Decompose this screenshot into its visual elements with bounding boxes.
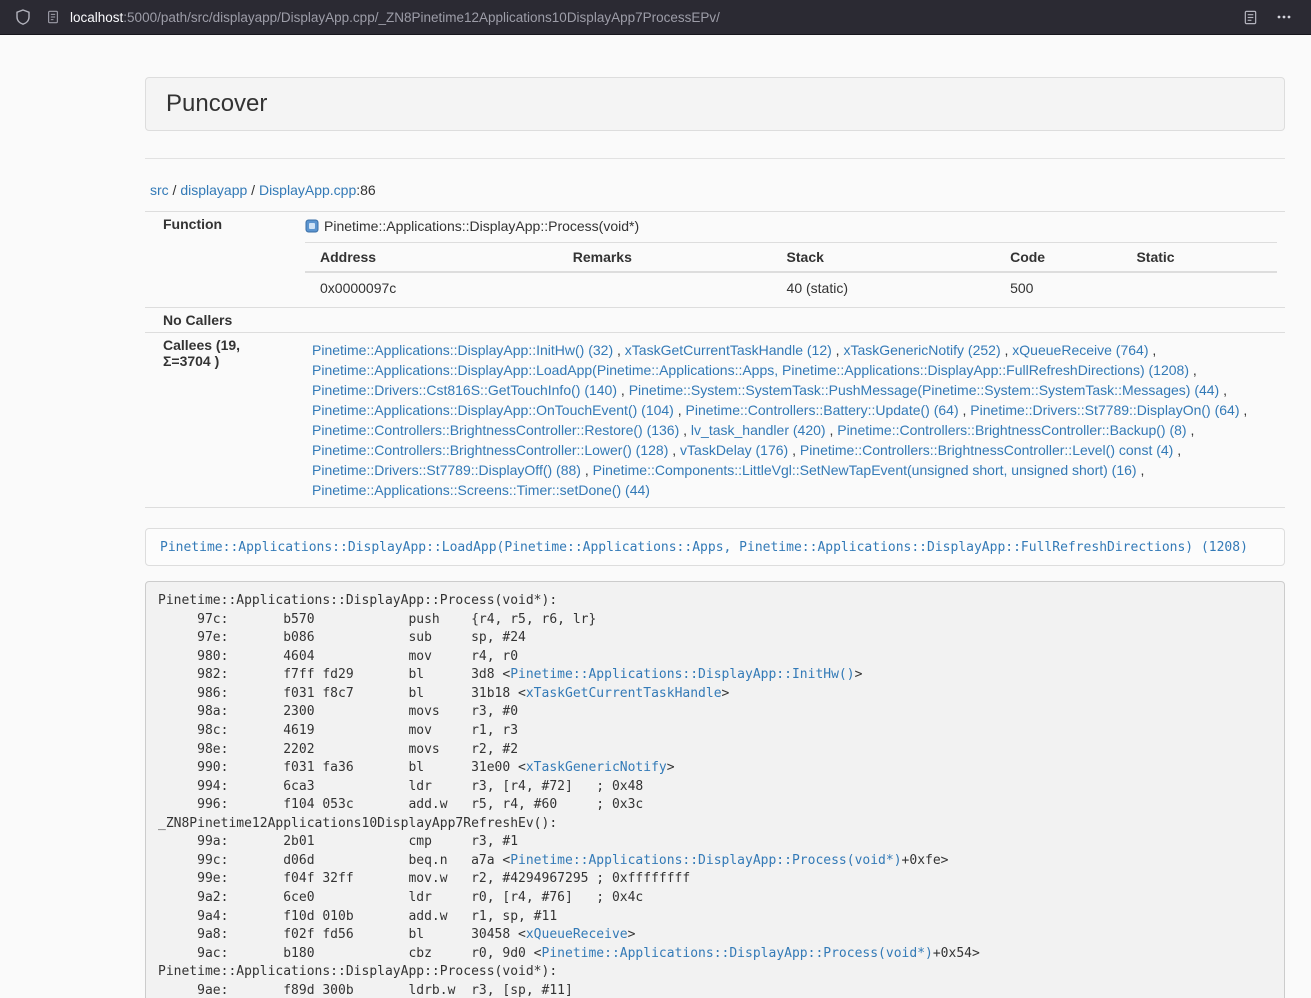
function-name-line: Pinetime::Applications::DisplayApp::Proc… [305, 216, 1277, 236]
callee-link[interactable]: Pinetime::Controllers::BrightnessControl… [312, 422, 679, 438]
callee-link[interactable]: lv_task_handler (420) [691, 422, 826, 438]
reader-view-icon[interactable] [1241, 8, 1259, 26]
callee-separator: , [832, 342, 844, 358]
browser-actions [1241, 8, 1297, 26]
callee-link[interactable]: vTaskDelay (176) [680, 442, 788, 458]
metrics-value-address: 0x0000097c [305, 272, 558, 303]
callees-list: Pinetime::Applications::DisplayApp::Init… [297, 333, 1285, 508]
callee-separator: , [1148, 342, 1156, 358]
no-callers-row: No Callers [145, 308, 1285, 333]
code-symbol-link[interactable]: Pinetime::Applications::DisplayApp::Proc… [510, 853, 901, 868]
breadcrumb-link[interactable]: src [150, 182, 169, 198]
callee-link[interactable]: Pinetime::Applications::DisplayApp::Load… [312, 362, 1189, 378]
callee-separator: , [1219, 382, 1227, 398]
callee-link[interactable]: Pinetime::Drivers::Cst816S::GetTouchInfo… [312, 382, 617, 398]
callee-link[interactable]: Pinetime::Controllers::BrightnessControl… [837, 422, 1186, 438]
no-callers-label: No Callers [145, 308, 297, 333]
breadcrumb-separator: / [247, 182, 259, 198]
callee-separator: , [959, 402, 971, 418]
symbol-panel: Pinetime::Applications::DisplayApp::Load… [145, 528, 1285, 566]
shield-icon[interactable] [14, 8, 32, 26]
function-type-icon [305, 219, 319, 233]
callee-link[interactable]: Pinetime::Drivers::St7789::DisplayOff() … [312, 462, 581, 478]
breadcrumb-link[interactable]: DisplayApp.cpp [259, 182, 356, 198]
metrics-column-header: Stack [772, 243, 996, 273]
callees-label: Callees (19, Σ=3704 ) [145, 333, 297, 508]
callee-separator: , [1173, 442, 1181, 458]
callee-link[interactable]: Pinetime::Controllers::Battery::Update()… [686, 402, 959, 418]
callees-row: Callees (19, Σ=3704 ) Pinetime::Applicat… [145, 333, 1285, 508]
metrics-column-header: Code [995, 243, 1121, 273]
page-icon [44, 8, 62, 26]
callee-link[interactable]: xTaskGenericNotify (252) [843, 342, 1000, 358]
callee-separator: , [788, 442, 800, 458]
metrics-value-code: 500 [995, 272, 1121, 303]
callee-link[interactable]: Pinetime::Drivers::St7789::DisplayOn() (… [970, 402, 1239, 418]
breadcrumb: src / displayapp / DisplayApp.cpp:86 [145, 182, 1285, 198]
callee-separator: , [1240, 402, 1248, 418]
no-callers-cell [297, 308, 1285, 333]
metrics-header-row: AddressRemarksStackCodeStatic [305, 243, 1277, 273]
breadcrumb-separator: / [169, 182, 181, 198]
page-title: Puncover [166, 90, 267, 117]
url-text: localhost:5000/path/src/displayapp/Displ… [70, 10, 720, 25]
callee-separator: , [613, 342, 625, 358]
metrics-table: AddressRemarksStackCodeStatic 0x0000097c… [305, 242, 1277, 303]
callee-link[interactable]: xQueueReceive (764) [1012, 342, 1148, 358]
callee-separator: , [668, 442, 680, 458]
function-name: Pinetime::Applications::DisplayApp::Proc… [324, 216, 639, 236]
callee-separator: , [826, 422, 838, 438]
callee-separator: , [581, 462, 593, 478]
callee-link[interactable]: xTaskGetCurrentTaskHandle (12) [625, 342, 832, 358]
metrics-column-header: Address [305, 243, 558, 273]
code-symbol-link[interactable]: xTaskGenericNotify [526, 760, 667, 775]
callee-separator: , [674, 402, 686, 418]
callee-link[interactable]: Pinetime::Controllers::BrightnessControl… [800, 442, 1173, 458]
symbol-link[interactable]: Pinetime::Applications::DisplayApp::Load… [160, 540, 1248, 555]
disassembly-block: Pinetime::Applications::DisplayApp::Proc… [145, 581, 1285, 998]
metrics-column-header: Remarks [558, 243, 772, 273]
callee-link[interactable]: Pinetime::Components::LittleVgl::SetNewT… [593, 462, 1137, 478]
page-title-box: Puncover [145, 77, 1285, 131]
callee-link[interactable]: Pinetime::Controllers::BrightnessControl… [312, 442, 668, 458]
callee-separator: , [1137, 462, 1145, 478]
callee-link[interactable]: Pinetime::Applications::DisplayApp::Init… [312, 342, 613, 358]
function-cell: Pinetime::Applications::DisplayApp::Proc… [297, 212, 1285, 308]
callee-separator: , [1187, 422, 1195, 438]
metrics-column-header: Static [1121, 243, 1277, 273]
code-symbol-link[interactable]: xQueueReceive [526, 927, 628, 942]
divider [145, 158, 1285, 159]
callee-link[interactable]: Pinetime::Applications::DisplayApp::OnTo… [312, 402, 674, 418]
callee-link[interactable]: Pinetime::System::SystemTask::PushMessag… [629, 382, 1220, 398]
menu-dots-icon[interactable] [1275, 8, 1293, 26]
callee-link[interactable]: Pinetime::Applications::Screens::Timer::… [312, 482, 650, 498]
callee-separator: , [1189, 362, 1197, 378]
main-content: Puncover src / displayapp / DisplayApp.c… [145, 35, 1285, 998]
code-symbol-link[interactable]: Pinetime::Applications::DisplayApp::Init… [510, 667, 854, 682]
browser-chrome: localhost:5000/path/src/displayapp/Displ… [0, 0, 1311, 35]
metrics-value-stack: 40 (static) [772, 272, 996, 303]
function-row: Function Pinetime::Applications::Display… [145, 212, 1285, 308]
breadcrumb-line-number: :86 [356, 182, 375, 198]
function-label: Function [145, 212, 297, 308]
code-symbol-link[interactable]: xTaskGetCurrentTaskHandle [526, 686, 722, 701]
callee-separator: , [617, 382, 629, 398]
callee-separator: , [679, 422, 691, 438]
code-symbol-link[interactable]: Pinetime::Applications::DisplayApp::Proc… [542, 946, 933, 961]
metrics-value-static [1121, 272, 1277, 303]
function-info-table: Function Pinetime::Applications::Display… [145, 211, 1285, 508]
url-path: :5000/path/src/displayapp/DisplayApp.cpp… [123, 10, 720, 25]
metrics-value-row: 0x0000097c 40 (static)500 [305, 272, 1277, 303]
breadcrumb-link[interactable]: displayapp [180, 182, 247, 198]
url-bar[interactable]: localhost:5000/path/src/displayapp/Displ… [44, 8, 1229, 26]
metrics-value-remarks [558, 272, 772, 303]
url-host: localhost [70, 10, 123, 25]
callee-separator: , [1001, 342, 1013, 358]
